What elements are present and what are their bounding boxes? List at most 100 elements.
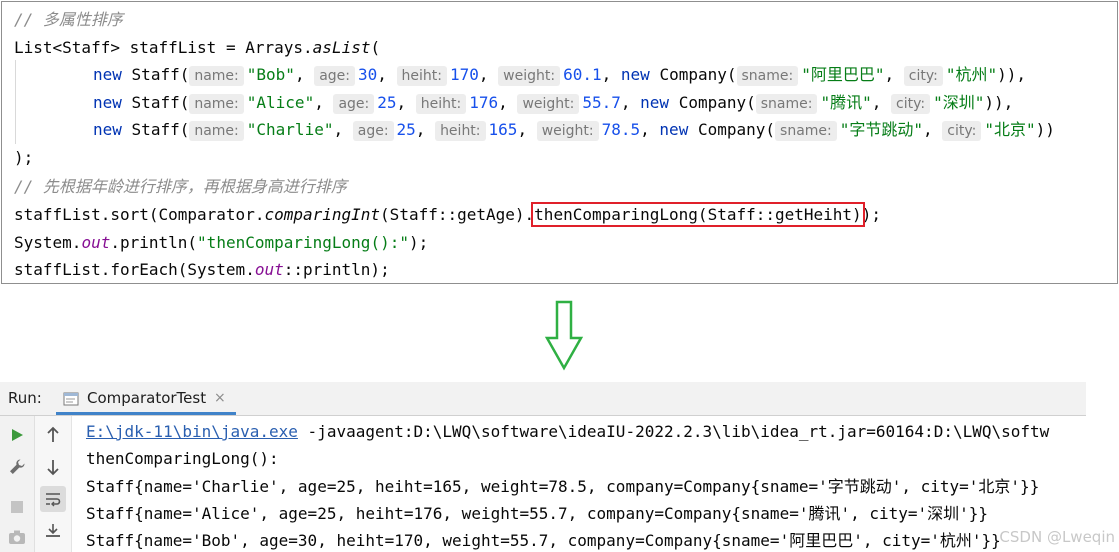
- sort-prefix: staffList.sort(Comparator.: [14, 205, 265, 224]
- staff-ctor: Staff(: [131, 65, 190, 84]
- system-out-field: out: [81, 233, 111, 252]
- param-hint-age: age:: [333, 94, 375, 114]
- param-hint-name: name:: [189, 66, 244, 86]
- code-line-sort: staffList.sort(Comparator.comparingInt(S…: [14, 202, 881, 228]
- company-sname-value: "腾讯": [820, 93, 872, 112]
- stop-button[interactable]: [4, 494, 30, 520]
- console-line: thenComparingLong():: [86, 449, 279, 468]
- rerun-button[interactable]: [4, 422, 30, 448]
- println-string: "thenComparingLong():": [197, 233, 409, 252]
- param-hint-sname: sname:: [755, 94, 818, 114]
- foreach-suffix: ::println);: [283, 260, 390, 279]
- soft-wrap-icon: [46, 493, 61, 507]
- console-tab-icon: [63, 392, 79, 406]
- staff-weight-value: 78.5: [601, 120, 641, 139]
- run-icon: [12, 429, 23, 441]
- java-exe-link[interactable]: E:\jdk-11\bin\java.exe: [86, 422, 298, 441]
- code-line-staff-bob: new Staff(name: "Bob", age: 30, heiht: 170,…: [93, 65, 1027, 86]
- param-hint-sname: sname:: [775, 121, 837, 141]
- company-sname-value: "阿里巴巴": [801, 65, 885, 84]
- down-arrow-outline-icon: [544, 300, 584, 371]
- list-type: List<Staff>: [14, 38, 120, 57]
- list-eq: =: [225, 38, 236, 57]
- watermark: CSDN @Lweqin: [999, 528, 1115, 546]
- scroll-to-end-button[interactable]: [40, 518, 66, 544]
- down-button[interactable]: [40, 454, 66, 480]
- param-hint-heiht: heiht:: [396, 66, 447, 86]
- code-line-list-decl: List<Staff> staffList = Arrays.asList(: [14, 35, 380, 61]
- param-hint-city: city:: [903, 66, 943, 86]
- param-hint-age: age:: [314, 66, 355, 86]
- foreach-prefix: staffList.forEach(System.: [14, 260, 255, 279]
- company-city-value: "深圳": [933, 93, 985, 112]
- wrench-icon: [10, 459, 25, 474]
- soft-wrap-button[interactable]: [40, 486, 66, 512]
- keyword-new: new: [93, 120, 122, 139]
- row-tail: )),: [997, 65, 1027, 84]
- list-arrays: Arrays.: [245, 38, 313, 57]
- run-label: Run:: [8, 389, 42, 407]
- company-ctor: Company(: [678, 93, 756, 112]
- sort-mid: (Staff::getAge).: [380, 205, 535, 224]
- list-paren: (: [370, 38, 381, 57]
- sort-suffix: );: [861, 205, 881, 224]
- staff-ctor: Staff(: [131, 93, 190, 112]
- run-toolbar-right: [35, 416, 72, 552]
- code-comment-sort-order: // 先根据年龄进行排序，再根据身高进行排序: [14, 177, 347, 196]
- tab-comparator-test[interactable]: ComparatorTest ×: [56, 382, 236, 415]
- stop-icon: [11, 501, 23, 513]
- param-hint-city: city:: [942, 121, 982, 141]
- println-suffix: );: [408, 233, 429, 252]
- staff-name-value: "Alice": [246, 93, 315, 112]
- staff-age-value: 25: [396, 120, 416, 139]
- code-line-println: System.out.println("thenComparingLong():…: [14, 230, 428, 256]
- console-line: Staff{name='Alice', age=25, heiht=176, w…: [86, 504, 989, 523]
- system-out-field: out: [254, 260, 284, 279]
- indent-guide: [15, 60, 16, 144]
- param-hint-heiht: heiht:: [435, 121, 486, 141]
- staff-age-value: 25: [377, 93, 397, 112]
- tab-label: ComparatorTest: [87, 389, 207, 407]
- staff-weight-value: 60.1: [563, 65, 602, 84]
- company-sname-value: "字节跳动": [839, 120, 924, 139]
- code-line-staff-charlie: new Staff(name: "Charlie", age: 25, heiht:…: [93, 120, 1055, 141]
- staff-heiht-value: 176: [469, 93, 499, 112]
- list-var: staffList: [129, 38, 217, 57]
- command-args: -javaagent:D:\LWQ\software\ideaIU-2022.2…: [297, 422, 1050, 441]
- down-arrow-icon: [47, 460, 59, 476]
- modify-config-button[interactable]: [4, 454, 30, 480]
- tab-close-icon[interactable]: ×: [214, 382, 226, 415]
- console-line: Staff{name='Charlie', age=25, heiht=165,…: [86, 477, 1040, 496]
- code-editor[interactable]: // 多属性排序 List<Staff> staffList = Arrays.…: [1, 1, 1118, 284]
- staff-heiht-value: 165: [488, 120, 518, 139]
- println-prefix: System.: [14, 233, 82, 252]
- console-output[interactable]: E:\jdk-11\bin\java.exe -javaagent:D:\LWQ…: [86, 416, 1086, 552]
- company-city-value: "北京": [984, 120, 1036, 139]
- param-hint-city: city:: [891, 94, 931, 114]
- company-city-value: "杭州": [945, 65, 998, 84]
- keyword-new: new: [93, 93, 122, 112]
- staff-ctor: Staff(: [131, 120, 190, 139]
- up-arrow-icon: [47, 426, 59, 442]
- run-panel: Run: ComparatorTest × E:\jdk-11\bin\java…: [0, 382, 1086, 552]
- screenshot-button[interactable]: [4, 524, 30, 550]
- keyword-new: new: [93, 65, 122, 84]
- console-command-line: E:\jdk-11\bin\java.exe -javaagent:D:\LWQ…: [86, 418, 1049, 445]
- param-hint-weight: weight:: [498, 66, 561, 86]
- code-line-close-list: );: [14, 148, 34, 167]
- keyword-new: new: [659, 120, 689, 139]
- param-hint-weight: weight:: [517, 94, 580, 114]
- param-hint-name: name:: [189, 94, 244, 114]
- staff-name-value: "Bob": [246, 65, 295, 84]
- param-hint-weight: weight:: [536, 121, 599, 141]
- up-button[interactable]: [40, 422, 66, 448]
- param-hint-heiht: heiht:: [415, 94, 467, 114]
- keyword-new: new: [620, 65, 650, 84]
- param-hint-name: name:: [189, 121, 244, 141]
- scroll-to-end-icon: [46, 524, 60, 537]
- run-header: Run: ComparatorTest ×: [0, 382, 1086, 416]
- company-ctor: Company(: [697, 120, 776, 139]
- code-line-foreach: staffList.forEach(System.out::println);: [14, 257, 390, 283]
- code-line-staff-alice: new Staff(name: "Alice", age: 25, heiht: 17…: [93, 93, 1014, 114]
- camera-icon: [9, 530, 25, 544]
